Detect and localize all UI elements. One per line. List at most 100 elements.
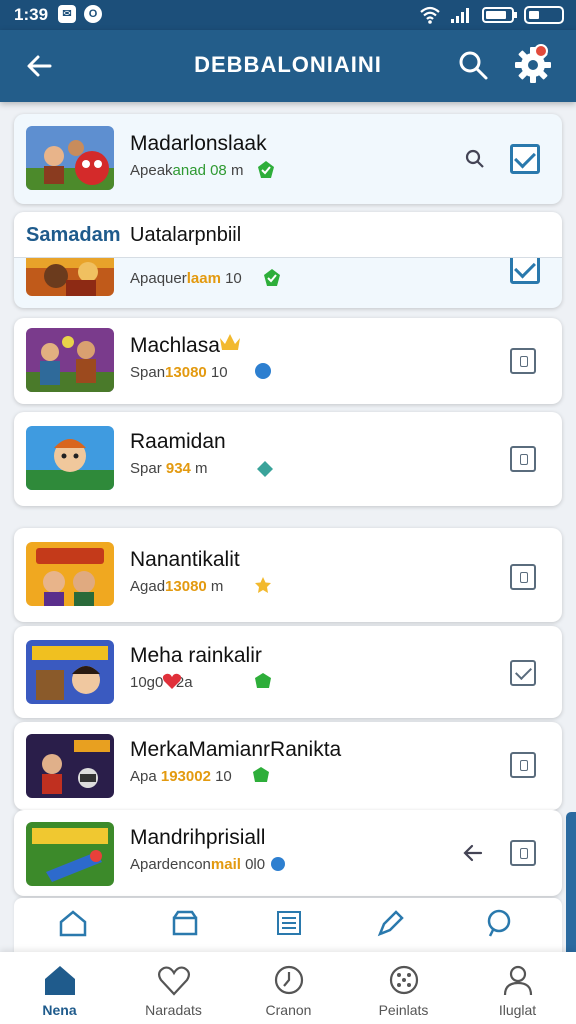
- game-sub-prefix: Apeak: [130, 162, 173, 179]
- game-sub-prefix: Apaquer: [130, 270, 187, 287]
- edit-icon[interactable]: [376, 908, 406, 938]
- arrow-left-icon[interactable]: [462, 842, 484, 864]
- green-gem-icon: [253, 767, 269, 782]
- game-card[interactable]: Mandrihprisiall Apardenconmail 0l0: [14, 810, 562, 896]
- action-square-icon[interactable]: [510, 840, 536, 866]
- chat-icon[interactable]: [484, 908, 514, 938]
- bottom-navigation: Nena Naradats Cranon Peinlats Iluglat: [0, 952, 576, 1024]
- search-icon[interactable]: [456, 48, 490, 82]
- action-square-icon[interactable]: [510, 348, 536, 374]
- heart-icon: [162, 673, 182, 689]
- game-card[interactable]: Meha rainkalir 10g0 62a: [14, 626, 562, 718]
- game-thumbnail: [26, 640, 114, 704]
- battery-saver-icon: [524, 6, 564, 24]
- search-icon[interactable]: [464, 148, 486, 170]
- game-sub-highlight: 934: [165, 460, 191, 477]
- action-square-icon[interactable]: [510, 752, 536, 778]
- game-title: Nanantikalit: [130, 548, 240, 571]
- game-card[interactable]: Madarlonslaak Apeakanad 08 m: [14, 114, 562, 204]
- dice-icon: [389, 965, 419, 995]
- page-title: DEBBALONIAINI: [194, 52, 382, 77]
- game-sub-prefix: Agad: [130, 578, 166, 595]
- tab-home[interactable]: Nena: [2, 952, 117, 1024]
- tab-label: Nena: [42, 1002, 77, 1018]
- game-subtitle: Spar 934 m: [130, 460, 208, 477]
- status-bar: 1:39 ✉ O: [0, 0, 576, 30]
- game-card[interactable]: Apaquerlaam 10 Samadam Uatalarpnbiil: [14, 212, 562, 308]
- game-thumbnail: [26, 328, 114, 392]
- game-sub-suffix: 10: [220, 270, 242, 287]
- game-thumbnail: [26, 822, 114, 886]
- mail-notification-icon: ✉: [58, 5, 76, 23]
- battery-icon: [482, 7, 517, 23]
- game-subtitle: Span13080 10: [130, 364, 228, 381]
- list-icon[interactable]: [274, 908, 304, 938]
- game-subtitle: Apardenconmail 0l0: [130, 856, 265, 873]
- tab-label: Cranon: [265, 1002, 312, 1018]
- tab-profile[interactable]: Iluglat: [460, 952, 575, 1024]
- select-checkbox[interactable]: [510, 144, 540, 174]
- game-thumbnail: [26, 542, 114, 606]
- profile-icon: [503, 965, 533, 996]
- checked-square-icon[interactable]: [510, 660, 536, 686]
- game-subtitle: Apeakanad 08 m: [130, 162, 243, 179]
- tab-history[interactable]: Cranon: [231, 952, 346, 1024]
- action-square-icon[interactable]: [510, 446, 536, 472]
- game-card[interactable]: Nanantikalit Agad13080 m: [14, 528, 562, 622]
- status-time: 1:39: [14, 5, 49, 24]
- home-outline-icon[interactable]: [58, 908, 88, 938]
- game-thumbnail: [26, 252, 114, 296]
- game-sub-suffix: 10: [210, 768, 232, 785]
- select-checkbox[interactable]: [510, 254, 540, 284]
- notification-badge: [534, 44, 548, 58]
- action-square-icon[interactable]: [510, 564, 536, 590]
- overlay-label-value: Uatalarpnbiil: [130, 224, 242, 246]
- blue-gem-icon: [271, 857, 285, 871]
- game-sub-prefix: Span: [130, 364, 166, 381]
- tab-label: Peinlats: [378, 1002, 429, 1018]
- game-card[interactable]: MerkaMamianrRanikta Apa 193002 10: [14, 722, 562, 810]
- blue-gem-icon: [255, 363, 271, 379]
- star-icon: [255, 577, 271, 593]
- game-title: Madarlonslaak: [130, 132, 267, 155]
- secondary-toolbar: [14, 898, 562, 958]
- game-subtitle: Agad13080 m: [130, 578, 223, 595]
- tab-label: Naradats: [145, 1002, 202, 1018]
- overlay-label: Samadam Uatalarpnbiil: [14, 212, 562, 258]
- game-title: Mandrihprisiall: [130, 826, 266, 849]
- game-sub-highlight: 193002: [160, 768, 211, 785]
- game-sub-highlight: 13080: [165, 364, 207, 381]
- store-icon[interactable]: [170, 908, 200, 938]
- home-icon: [45, 966, 75, 995]
- game-card[interactable]: Raamidan Spar 934 m: [14, 412, 562, 506]
- game-sub-suffix: 0l0: [240, 856, 266, 873]
- tab-label: Iluglat: [498, 1002, 537, 1018]
- game-sub-suffix: 10: [206, 364, 228, 381]
- signal-icon: [451, 8, 469, 23]
- app-notification-icon: O: [84, 5, 102, 23]
- tab-favorites[interactable]: Naradats: [116, 952, 231, 1024]
- game-sub-highlight: mail: [210, 856, 241, 873]
- game-sub-suffix: m: [190, 460, 208, 477]
- game-sub-suffix: m: [206, 578, 224, 595]
- teal-gem-icon: [257, 461, 273, 477]
- game-title: Machlasa: [130, 334, 220, 357]
- game-card[interactable]: Machlasa Span13080 10: [14, 318, 562, 404]
- back-arrow-icon[interactable]: [22, 48, 58, 84]
- game-thumbnail: [26, 734, 114, 798]
- tab-games[interactable]: Peinlats: [346, 952, 461, 1024]
- game-thumbnail: [26, 426, 114, 490]
- green-gem-icon: [264, 269, 280, 286]
- green-gem-icon: [255, 673, 271, 688]
- wifi-icon: [420, 6, 440, 24]
- overlay-label-key: Samadam: [26, 224, 121, 246]
- game-subtitle: Apaquerlaam 10: [130, 270, 242, 287]
- clock-icon: [274, 965, 304, 995]
- heart-icon: [157, 966, 191, 996]
- game-sub-highlight: laam: [186, 270, 221, 287]
- game-sub-prefix: Apardencon: [130, 856, 211, 873]
- game-sub-highlight: 13080: [165, 578, 207, 595]
- green-gem-icon: [258, 161, 274, 178]
- scroll-handle[interactable]: [566, 812, 576, 966]
- game-sub-prefix: Spar: [130, 460, 166, 477]
